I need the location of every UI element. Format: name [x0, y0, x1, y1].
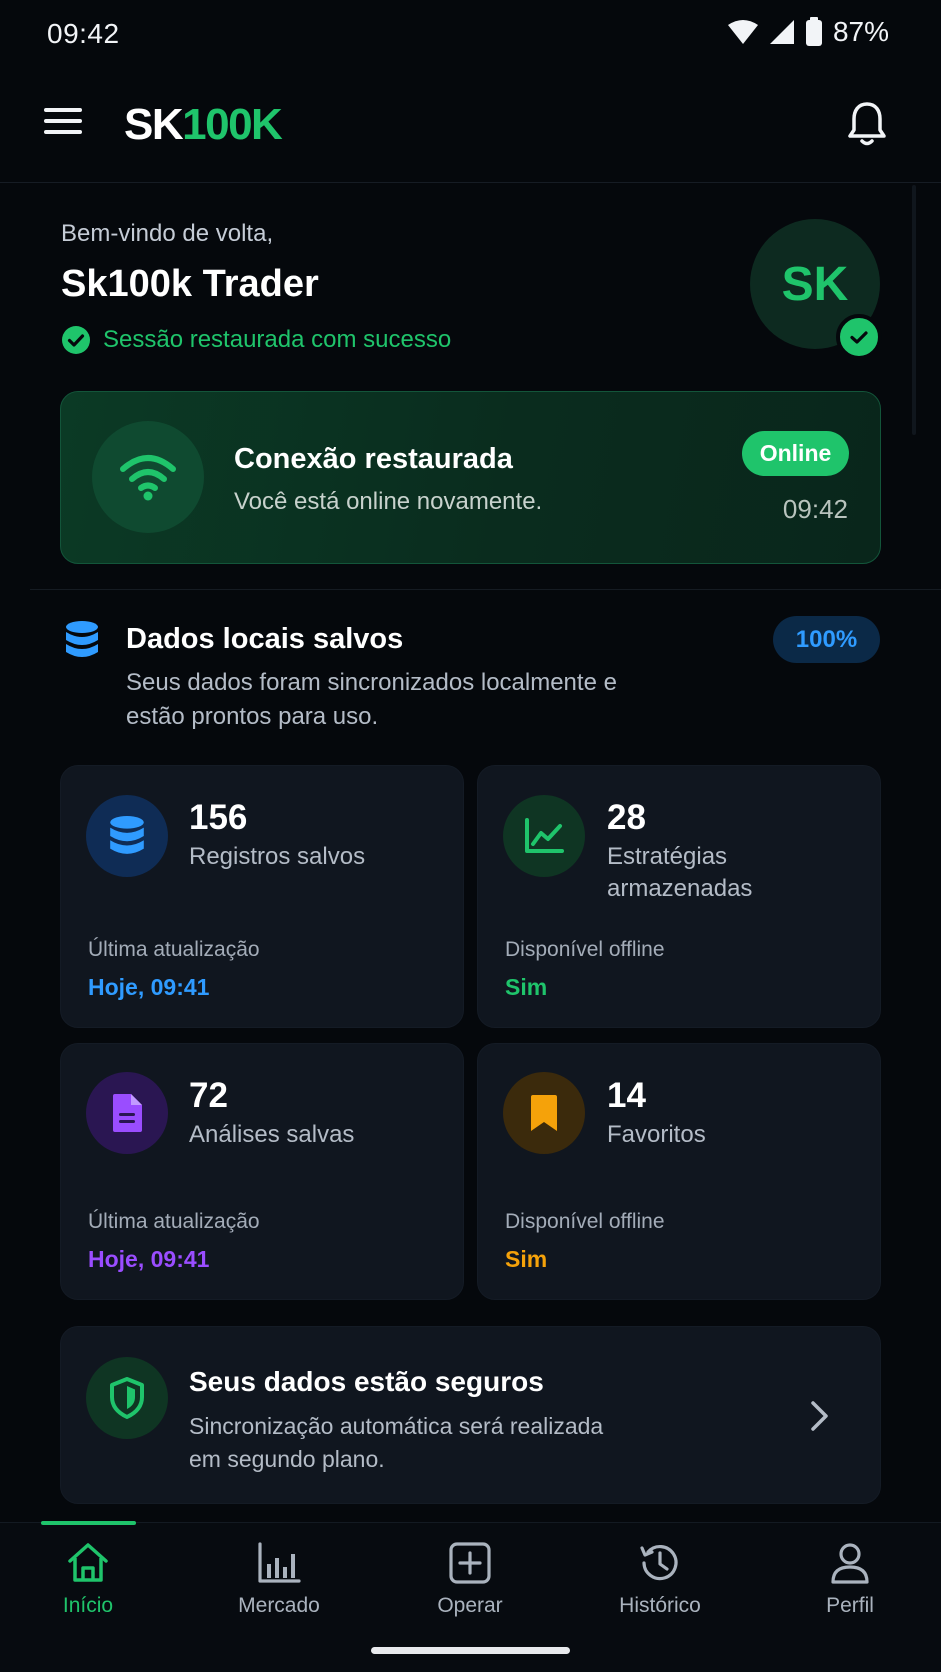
session-status-text: Sessão restaurada com sucesso	[103, 326, 452, 353]
welcome-greeting: Bem-vindo de volta,	[61, 220, 274, 247]
chevron-right-icon[interactable]	[808, 1400, 832, 1432]
status-icons: 87%	[727, 16, 889, 48]
section-divider	[30, 589, 941, 590]
user-name: Sk100k Trader	[61, 263, 319, 305]
nav-item-operar[interactable]: Operar	[400, 1540, 540, 1618]
scrollbar[interactable]	[912, 185, 916, 435]
verified-icon	[836, 314, 882, 360]
nav-active-indicator	[41, 1521, 136, 1525]
wifi-icon	[92, 421, 204, 533]
sync-percent-badge: 100%	[773, 616, 880, 663]
online-badge: Online	[742, 431, 849, 476]
stat-foot-label: Disponível offline	[505, 938, 665, 961]
history-clock-icon	[640, 1544, 678, 1581]
stat-foot-label: Última atualização	[88, 938, 260, 961]
stat-label: Análises salvas	[189, 1121, 355, 1148]
stat-foot-label: Disponível offline	[505, 1210, 665, 1233]
connection-time: 09:42	[782, 494, 848, 524]
stat-value: 14	[607, 1076, 646, 1115]
notifications-button[interactable]	[845, 100, 889, 148]
secure-description: Sincronização automática será realizada …	[189, 1413, 604, 1472]
stat-foot-value: Sim	[505, 1246, 548, 1272]
stat-label: Registros salvos	[189, 843, 366, 870]
document-icon	[86, 1072, 168, 1154]
check-circle-icon	[62, 326, 90, 354]
nav-item-inicio[interactable]: Início	[18, 1540, 158, 1618]
signal-icon	[769, 20, 794, 44]
stat-foot-value: Hoje, 09:41	[88, 974, 210, 1000]
avatar-initials: SK	[781, 257, 849, 311]
plus-square-icon	[449, 1542, 491, 1584]
bookmark-icon	[503, 1072, 585, 1154]
bell-icon	[848, 102, 886, 146]
chart-line-icon	[503, 795, 585, 877]
menu-button[interactable]	[44, 108, 82, 138]
connection-subtitle: Você está online novamente.	[234, 488, 543, 515]
connection-title: Conexão restaurada	[234, 443, 513, 475]
database-icon	[64, 620, 100, 660]
nav-label: Perfil	[826, 1594, 874, 1617]
stat-value: 156	[189, 798, 248, 837]
app-logo: SK100K	[124, 100, 283, 150]
status-time: 09:42	[47, 18, 120, 49]
logo-sk: SK	[124, 100, 184, 149]
local-data-description: Seus dados foram sincronizados localment…	[126, 669, 617, 730]
home-gesture-bar[interactable]	[371, 1647, 570, 1654]
nav-label: Operar	[437, 1594, 503, 1617]
logo-100k: 100K	[182, 100, 283, 149]
nav-item-perfil[interactable]: Perfil	[780, 1540, 920, 1618]
stat-value: 72	[189, 1076, 228, 1115]
home-icon	[68, 1543, 108, 1582]
battery-percent: 87%	[832, 16, 889, 47]
local-data-title: Dados locais salvos	[126, 623, 404, 655]
stat-value: 28	[607, 798, 646, 837]
wifi-icon	[727, 20, 758, 44]
stat-foot-label: Última atualização	[88, 1210, 260, 1233]
session-status: Sessão restaurada com sucesso	[61, 325, 451, 355]
stat-label: Estratégias armazenadas	[607, 843, 753, 902]
profile-icon	[831, 1543, 869, 1584]
battery-icon	[805, 17, 822, 46]
nav-label: Mercado	[238, 1594, 320, 1617]
appbar-divider	[0, 182, 941, 183]
hamburger-icon	[44, 108, 82, 112]
nav-item-mercado[interactable]: Mercado	[209, 1540, 349, 1618]
database-icon	[86, 795, 168, 877]
market-chart-icon	[258, 1542, 301, 1583]
stat-foot-value: Sim	[505, 974, 548, 1000]
stat-label: Favoritos	[607, 1121, 706, 1148]
secure-title: Seus dados estão seguros	[189, 1366, 544, 1397]
nav-label: Início	[62, 1594, 114, 1617]
shield-icon	[86, 1357, 168, 1439]
stat-foot-value: Hoje, 09:41	[88, 1246, 210, 1272]
nav-item-historico[interactable]: Histórico	[590, 1540, 730, 1618]
nav-label: Histórico	[619, 1594, 701, 1617]
